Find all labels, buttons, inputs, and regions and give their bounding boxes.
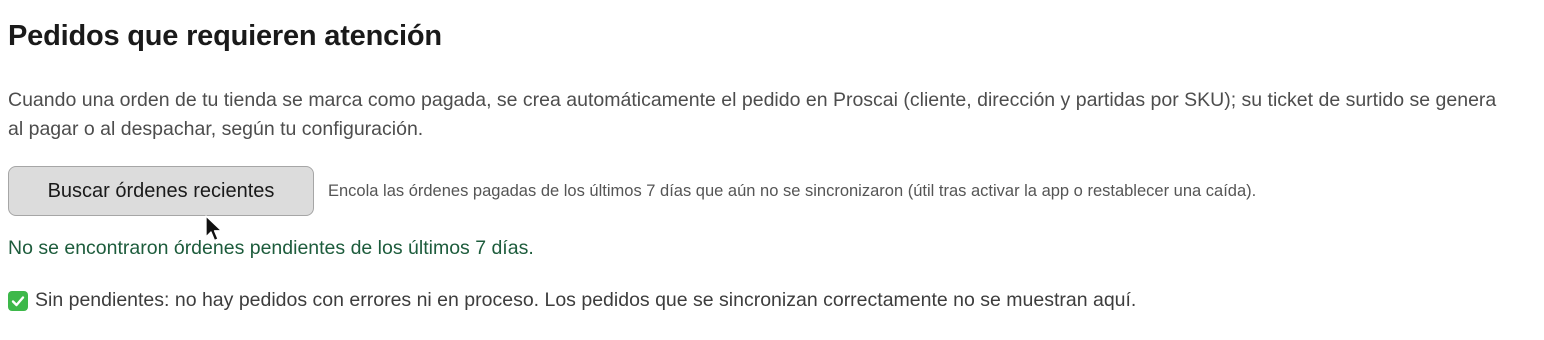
fetch-recent-orders-button[interactable]: Buscar órdenes recientes: [8, 166, 314, 216]
check-mark-icon: [8, 290, 28, 311]
section-title: Pedidos que requieren atención: [8, 20, 442, 52]
pending-status-line: Sin pendientes: no hay pedidos con error…: [8, 289, 1136, 312]
fetch-button-help-text: Encola las órdenes pagadas de los último…: [328, 181, 1257, 200]
pending-status-text: Sin pendientes: no hay pedidos con error…: [35, 289, 1137, 311]
section-description: Cuando una orden de tu tienda se marca c…: [8, 89, 1497, 140]
fetch-result-message: No se encontraron órdenes pendientes de …: [8, 237, 534, 259]
fetch-action-row: Buscar órdenes recientes Encola las órde…: [8, 166, 1256, 216]
